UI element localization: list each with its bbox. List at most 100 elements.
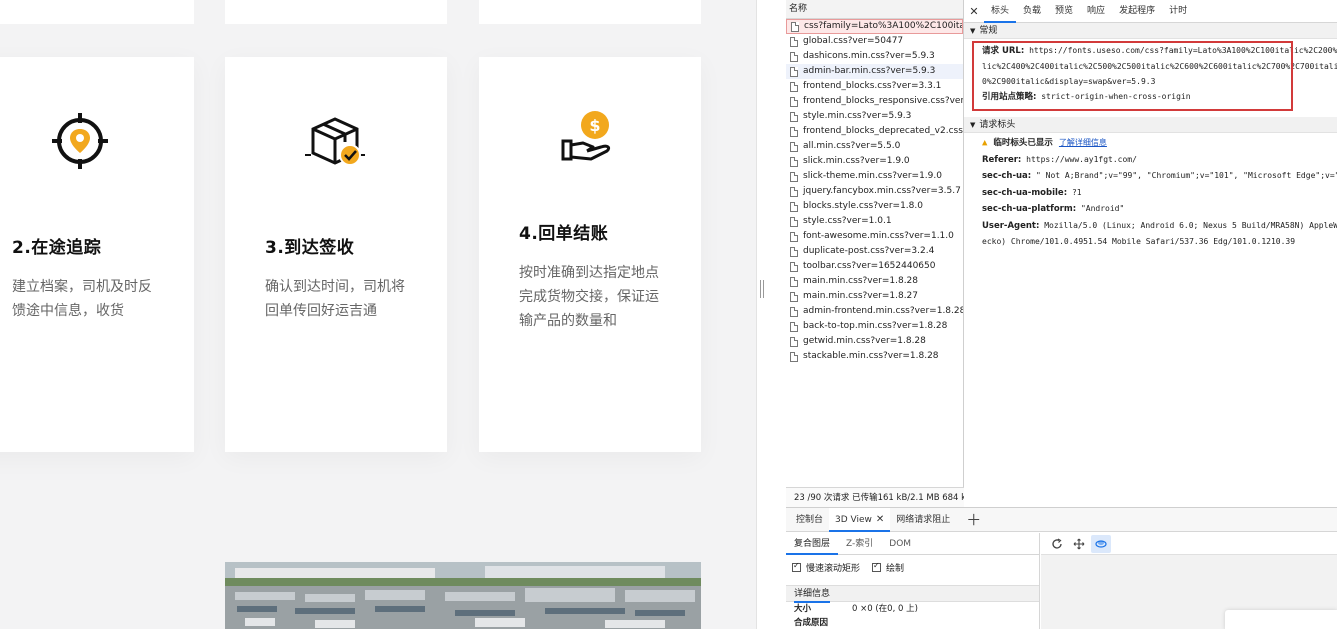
request-row[interactable]: frontend_blocks.css?ver=3.3.1 xyxy=(786,79,963,94)
learn-more-link[interactable]: 了解详细信息 xyxy=(1059,138,1107,147)
request-row[interactable]: admin-frontend.min.css?ver=1.8.28 xyxy=(786,304,963,319)
detail-tabs: ✕ 标头 负载 预览 响应 发起程序 计时 xyxy=(964,0,1337,23)
subtab-dom[interactable]: DOM xyxy=(881,533,919,555)
step-title: 3.到达签收 xyxy=(265,238,355,258)
tab-timing[interactable]: 计时 xyxy=(1162,0,1194,23)
request-row[interactable]: main.min.css?ver=1.8.27 xyxy=(786,289,963,304)
step-title: 4.回单结账 xyxy=(519,224,609,244)
drawer-tab-3d-view[interactable]: 3D View ✕ xyxy=(829,507,891,532)
devtools-panel: 名称 css?family=Lato%3A100%2C100italic%...… xyxy=(786,0,1337,629)
header-value: " Not A;Brand";v="99", "Chromium";v="101… xyxy=(1036,171,1337,180)
request-row[interactable]: stackable.min.css?ver=1.8.28 xyxy=(786,349,963,364)
file-icon xyxy=(790,111,798,122)
request-name: dashicons.min.css?ver=5.9.3 xyxy=(803,51,935,61)
size-row: 大小 0 ×0 (在0, 0 上) xyxy=(794,604,918,614)
request-items: css?family=Lato%3A100%2C100italic%... glo… xyxy=(786,19,963,364)
request-row[interactable]: main.min.css?ver=1.8.28 xyxy=(786,274,963,289)
details-header[interactable]: 详细信息 xyxy=(786,585,1039,603)
slow-scroll-checkbox[interactable] xyxy=(792,561,801,572)
file-icon xyxy=(790,141,798,152)
request-row[interactable]: toolbar.css?ver=1652440650 xyxy=(786,259,963,274)
3d-subtabs: 复合图层 Z-索引 DOM xyxy=(786,533,1039,555)
tab-headers[interactable]: 标头 xyxy=(984,0,1017,23)
request-row[interactable]: admin-bar.min.css?ver=5.9.3 xyxy=(786,64,963,79)
request-name: frontend_blocks_responsive.css?ver=3.3.1 xyxy=(803,96,963,106)
request-name: main.min.css?ver=1.8.27 xyxy=(803,291,919,301)
column-header-name[interactable]: 名称 xyxy=(786,0,963,19)
close-tab-icon[interactable]: ✕ xyxy=(876,514,884,525)
paint-checkbox[interactable] xyxy=(872,561,882,572)
pan-icon[interactable] xyxy=(1069,535,1089,553)
request-name: slick.min.css?ver=1.9.0 xyxy=(803,156,910,166)
header-key: Referer: xyxy=(982,154,1022,165)
splitter-grip-icon[interactable] xyxy=(760,280,764,298)
request-url-value-cont: lic%2C400%2C400italic%2C500%2C500italic%… xyxy=(982,62,1337,71)
request-row[interactable]: blocks.style.css?ver=1.8.0 xyxy=(786,199,963,214)
header-key: sec-ch-ua: xyxy=(982,171,1032,181)
add-tab-icon[interactable]: ＋ xyxy=(966,509,981,530)
package-check-icon xyxy=(305,117,365,166)
request-row[interactable]: font-awesome.min.css?ver=1.1.0 xyxy=(786,229,963,244)
request-row[interactable]: jquery.fancybox.min.css?ver=3.5.7 xyxy=(786,184,963,199)
general-section: 请求 URL: https://fonts.useso.com/css?fami… xyxy=(964,39,1337,117)
header-value: Mozilla/5.0 (Linux; Android 6.0; Nexus 5… xyxy=(1044,220,1337,230)
step-title: 2.在途追踪 xyxy=(12,238,102,258)
request-row[interactable]: duplicate-post.css?ver=3.2.4 xyxy=(786,244,963,259)
request-row[interactable]: slick.min.css?ver=1.9.0 xyxy=(786,154,963,169)
request-list: 名称 css?family=Lato%3A100%2C100italic%...… xyxy=(786,0,964,507)
request-name: back-to-top.min.css?ver=1.8.28 xyxy=(803,321,948,331)
reason-row: 合成原因 xyxy=(794,618,829,628)
step-card-arrival: 3.到达签收 确认到达时间，司机将回单传回好运吉通 xyxy=(225,57,447,452)
svg-text:$: $ xyxy=(589,116,600,135)
panel-splitter[interactable] xyxy=(756,0,786,629)
request-row[interactable]: getwid.min.css?ver=1.8.28 xyxy=(786,334,963,349)
general-section-header[interactable]: ▼ 常规 xyxy=(964,23,1337,39)
request-name: duplicate-post.css?ver=3.2.4 xyxy=(803,246,935,256)
drawer-tab-console[interactable]: 控制台 xyxy=(790,508,829,532)
drawer-tab-request-blocking[interactable]: 网络请求阻止 xyxy=(890,508,956,532)
request-row[interactable]: frontend_blocks_deprecated_v2.css?ver... xyxy=(786,124,963,139)
referrer-policy-key: 引用站点策略: xyxy=(982,92,1037,102)
file-icon xyxy=(790,336,798,347)
referrer-policy-value: strict-origin-when-cross-origin xyxy=(1041,92,1191,101)
request-name: getwid.min.css?ver=1.8.28 xyxy=(803,336,926,346)
request-url-key: 请求 URL: xyxy=(982,46,1025,56)
request-row[interactable]: back-to-top.min.css?ver=1.8.28 xyxy=(786,319,963,334)
rotate-icon[interactable] xyxy=(1091,534,1111,553)
request-row[interactable]: all.min.css?ver=5.5.0 xyxy=(786,139,963,154)
request-name: stackable.min.css?ver=1.8.28 xyxy=(803,351,939,361)
warehouse-aerial-photo xyxy=(225,562,701,629)
request-row[interactable]: style.css?ver=1.0.1 xyxy=(786,214,963,229)
tab-preview[interactable]: 预览 xyxy=(1048,0,1080,23)
step-text: 建立档案，司机及时反馈途中信息，收货 xyxy=(12,279,152,319)
file-icon xyxy=(790,291,798,302)
card-top-strip xyxy=(0,0,194,24)
3d-toolbar xyxy=(1041,533,1337,555)
step-text: 按时准确到达指定地点完成货物交接，保证运输产品的数量和 xyxy=(519,265,659,329)
request-row[interactable]: frontend_blocks_responsive.css?ver=3.3.1 xyxy=(786,94,963,109)
subtab-z-index[interactable]: Z-索引 xyxy=(838,533,881,555)
3d-canvas[interactable] xyxy=(1041,533,1337,629)
file-icon xyxy=(790,51,798,62)
header-value: ?1 xyxy=(1071,187,1082,197)
request-row[interactable]: slick-theme.min.css?ver=1.9.0 xyxy=(786,169,963,184)
tab-response[interactable]: 响应 xyxy=(1080,0,1112,23)
file-icon xyxy=(790,171,798,182)
file-icon xyxy=(790,126,798,137)
file-icon xyxy=(790,81,798,92)
close-detail-icon[interactable]: ✕ xyxy=(964,5,984,18)
reset-view-icon[interactable] xyxy=(1047,535,1067,553)
subtab-composited-layers[interactable]: 复合图层 xyxy=(786,533,839,555)
request-row[interactable]: global.css?ver=50477 xyxy=(786,34,963,49)
tab-payload[interactable]: 负载 xyxy=(1016,0,1048,23)
expand-triangle-icon: ▼ xyxy=(970,121,976,129)
provisional-warning: 临时标头已显示 xyxy=(993,138,1053,148)
request-headers-section-header[interactable]: ▼ 请求标头 xyxy=(964,117,1337,133)
tab-initiator[interactable]: 发起程序 xyxy=(1112,0,1162,23)
request-detail: ✕ 标头 负载 预览 响应 发起程序 计时 ▼ 常规 请求 URL: https:… xyxy=(964,0,1337,507)
request-row[interactable]: css?family=Lato%3A100%2C100italic%... xyxy=(786,19,963,34)
request-row[interactable]: dashicons.min.css?ver=5.9.3 xyxy=(786,49,963,64)
request-url-value-cont: 0%2C900italic&display=swap&ver=5.9.3 xyxy=(982,77,1156,86)
header-value: https://www.ay1fgt.com/ xyxy=(1026,154,1137,164)
request-row[interactable]: style.min.css?ver=5.9.3 xyxy=(786,109,963,124)
